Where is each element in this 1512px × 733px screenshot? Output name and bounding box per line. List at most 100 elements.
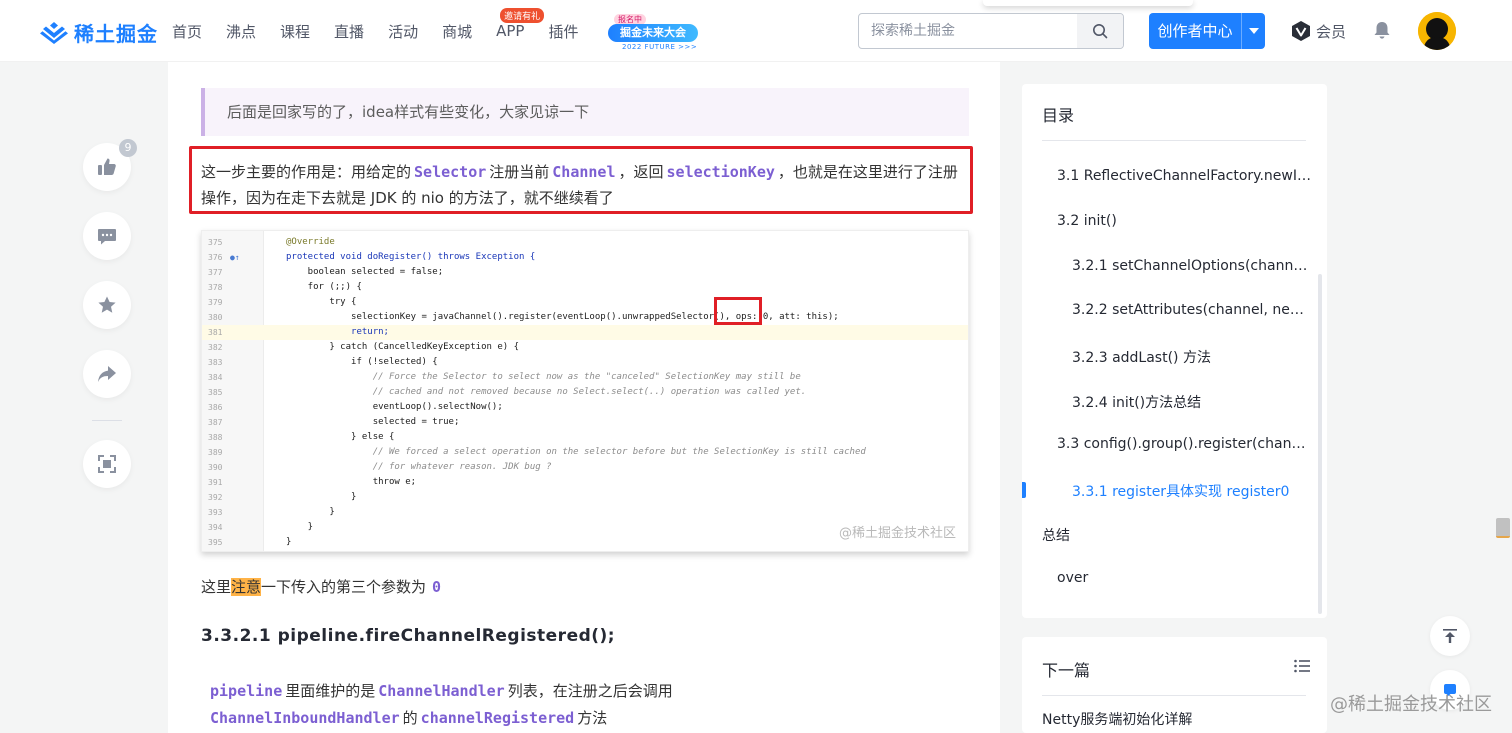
line-number: 381 (208, 328, 223, 337)
juejin-logo-icon (40, 21, 68, 44)
page-watermark: @稀土掘金技术社区 (1330, 694, 1492, 715)
share-button[interactable] (83, 350, 131, 398)
list-icon[interactable] (1294, 659, 1310, 673)
code-text: } (286, 507, 335, 517)
paragraph-third-param-note: 这里注意一下传入的第三个参数为 0 (201, 574, 447, 600)
override-marker-icon: ●↑ (230, 253, 240, 262)
fullscreen-reading-button[interactable] (83, 440, 131, 488)
nav-shop[interactable]: 商城 (442, 21, 472, 42)
code-text: throw e; (286, 477, 417, 487)
creator-center-button[interactable]: 创作者中心 (1149, 13, 1265, 49)
user-avatar[interactable] (1418, 12, 1456, 50)
code-screenshot[interactable]: 375 @Override 376 ●↑ protected void doRegis… (201, 230, 969, 552)
vip-diamond-icon (1292, 21, 1310, 41)
top-header: 稀土掘金 首页 沸点 课程 直播 活动 商城 APP 邀请有礼 插件 报名中 掘… (0, 0, 1512, 62)
dropdown-panel-edge (983, 0, 1193, 6)
inline-code-selectionkey: selectionKey (666, 163, 775, 181)
logo-text: 稀土掘金 (74, 22, 158, 46)
next-article-link[interactable]: Netty服务端初始化详解 (1042, 709, 1192, 729)
code-line: 393 } (202, 505, 968, 520)
future-conference-banner[interactable]: 报名中 掘金未来大会 2022 FUTURE >>> (608, 14, 698, 51)
avatar-image (1418, 12, 1456, 50)
para3-text-4: 方法 (577, 709, 608, 727)
toc-item-active[interactable]: 3.3.1 register具体实现 register0 (1072, 481, 1312, 501)
collect-button[interactable] (83, 281, 131, 329)
search-input[interactable] (859, 14, 1077, 48)
toc-item[interactable]: over (1057, 570, 1312, 586)
toc-item[interactable]: 3.2.1 setChannelOptions(channel, ...) (1072, 258, 1312, 274)
code-line: 391 throw e; (202, 475, 968, 490)
banner-subtitle: 2022 FUTURE >>> (622, 43, 698, 51)
code-line: 378 for (;;) { (202, 280, 968, 295)
line-number: 377 (208, 268, 223, 277)
nav-courses[interactable]: 课程 (280, 21, 310, 42)
like-count-badge: 9 (119, 139, 137, 157)
nav-events[interactable]: 活动 (388, 21, 418, 42)
invite-badge: 邀请有礼 (500, 8, 545, 23)
inline-code-pipeline: pipeline (210, 682, 283, 700)
ops-argument-red-box (714, 297, 762, 325)
toc-item[interactable]: 3.2.4 init()方法总结 (1072, 392, 1312, 412)
toc-item[interactable]: 3.2.3 addLast() 方法 (1072, 347, 1312, 367)
code-text: return; (286, 327, 389, 337)
nav-app[interactable]: APP 邀请有礼 (496, 8, 545, 40)
back-to-top-button[interactable] (1430, 616, 1470, 656)
section-heading-fire-channel-registered: 3.3.2.1 pipeline.fireChannelRegistered()… (201, 626, 616, 646)
search-button[interactable] (1077, 14, 1123, 48)
creator-dropdown-toggle[interactable] (1241, 13, 1265, 49)
toc-item[interactable]: 3.2 init() (1057, 213, 1312, 229)
nav-plugins[interactable]: 插件 (548, 21, 578, 42)
toc-item[interactable]: 总结 (1042, 525, 1312, 545)
highlighted-text: 注意 (231, 578, 262, 596)
next-article-title: 下一篇 (1042, 661, 1091, 680)
line-number: 390 (208, 463, 223, 472)
para1-text-2: 注册当前 (489, 163, 550, 181)
vip-link[interactable]: 会员 (1290, 20, 1346, 42)
code-line: 384 // Force the Selector to select now … (202, 370, 968, 385)
toc-item[interactable]: 3.3 config().group().register(channel) (1057, 436, 1312, 452)
para2-text-1: 这里 (201, 578, 232, 596)
nav-live[interactable]: 直播 (334, 21, 364, 42)
para3-text-1: 里面维护的是 (285, 682, 376, 700)
line-number: 393 (208, 508, 223, 517)
code-line: 386 eventLoop().selectNow(); (202, 400, 968, 415)
code-line: 392 } (202, 490, 968, 505)
like-button[interactable]: 9 (83, 139, 137, 191)
code-line-active: 381 return; (202, 325, 968, 340)
code-text: } (286, 537, 292, 547)
code-text: for (;;) { (286, 282, 362, 292)
param-value-zero: 0 (432, 578, 442, 596)
code-line: 389 // We forced a select operation on t… (202, 445, 968, 460)
notification-button[interactable] (1372, 20, 1392, 44)
nav-pins[interactable]: 沸点 (226, 21, 256, 42)
toc-scrollbar[interactable] (1318, 274, 1322, 614)
page-scrollbar-thumb[interactable] (1496, 518, 1510, 538)
toc-divider (1042, 140, 1306, 141)
code-text: protected void doRegister() throws Excep… (286, 252, 536, 262)
caret-down-icon (1248, 28, 1259, 34)
code-text: // Force the Selector to select now as t… (286, 372, 801, 382)
para3-text-2: 列表，在注册之后会调用 (507, 682, 673, 700)
line-number: 384 (208, 373, 223, 382)
line-number: 378 (208, 283, 223, 292)
line-number: 391 (208, 478, 223, 487)
line-number: 380 (208, 313, 223, 322)
inline-code-channelregistered: channelRegistered (420, 709, 575, 727)
line-number: 392 (208, 493, 223, 502)
thumbs-up-icon (98, 158, 116, 175)
toc-item[interactable]: 3.2.2 setAttributes(channel, newAttrs...… (1072, 302, 1312, 318)
creator-center-label: 创作者中心 (1157, 22, 1233, 40)
table-of-contents: 目录 3.1 ReflectiveChannelFactory.newInsta… (1022, 84, 1327, 618)
inline-code-selector: Selector (414, 163, 487, 181)
toc-item[interactable]: 3.1 ReflectiveChannelFactory.newInstance… (1057, 168, 1312, 184)
para2-text-2: 一下传入的第三个参数为 (261, 578, 427, 596)
nav-home[interactable]: 首页 (172, 21, 202, 42)
line-number: 395 (208, 538, 223, 547)
paragraph-pipeline-explanation: pipeline 里面维护的是 ChannelHandler 列表，在注册之后会调用 C… (207, 678, 967, 732)
code-line: 385 // cached and not removed because no… (202, 385, 968, 400)
code-line: 387 selected = true; (202, 415, 968, 430)
code-text: try { (286, 297, 357, 307)
comment-button[interactable] (83, 212, 131, 260)
article-body: 后面是回家写的了，idea样式有些变化，大家见谅一下 这一步主要的作用是：用给定… (168, 62, 1000, 733)
juejin-logo[interactable]: 稀土掘金 (40, 18, 158, 47)
